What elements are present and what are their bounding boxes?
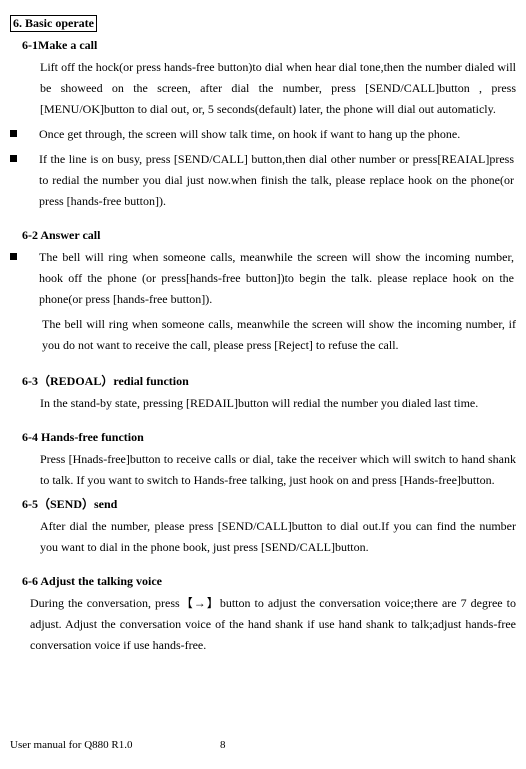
- paragraph-6-2: The bell will ring when someone calls, m…: [42, 314, 516, 356]
- paragraph-6-4: Press [Hnads-free]button to receive call…: [40, 449, 516, 491]
- section-title: 6. Basic operate: [10, 15, 97, 32]
- subsection-6-6-title: 6-6 Adjust the talking voice: [22, 574, 516, 589]
- bullet-text-6-1-a: Once get through, the screen will show t…: [39, 124, 516, 145]
- subsection-6-2-title: 6-2 Answer call: [22, 228, 516, 243]
- paragraph-6-3: In the stand-by state, pressing [REDAIL]…: [40, 393, 516, 414]
- paragraph-6-1: Lift off the hock(or press hands-free bu…: [40, 57, 516, 120]
- footer-manual-name: User manual for Q880 R1.0: [10, 739, 133, 751]
- bullet-icon: [10, 253, 17, 260]
- bullet-text-6-2-a: The bell will ring when someone calls, m…: [39, 247, 516, 310]
- bullet-icon: [10, 130, 17, 137]
- paragraph-6-5: After dial the number, please press [SEN…: [40, 516, 516, 558]
- subsection-6-1-title: 6-1Make a call: [22, 38, 516, 53]
- subsection-6-3-title: 6-3（REDOAL）redial function: [22, 372, 516, 389]
- bullet-text-6-1-b: If the line is on busy, press [SEND/CALL…: [39, 149, 516, 212]
- bullet-icon: [10, 155, 17, 162]
- paragraph-6-6: During the conversation, press【→】button …: [30, 593, 516, 656]
- subsection-6-5-title: 6-5（SEND）send: [22, 495, 516, 512]
- footer-page-number: 8: [220, 739, 226, 751]
- page-footer: User manual for Q880 R1.0 8: [10, 739, 516, 751]
- subsection-6-4-title: 6-4 Hands-free function: [22, 430, 516, 445]
